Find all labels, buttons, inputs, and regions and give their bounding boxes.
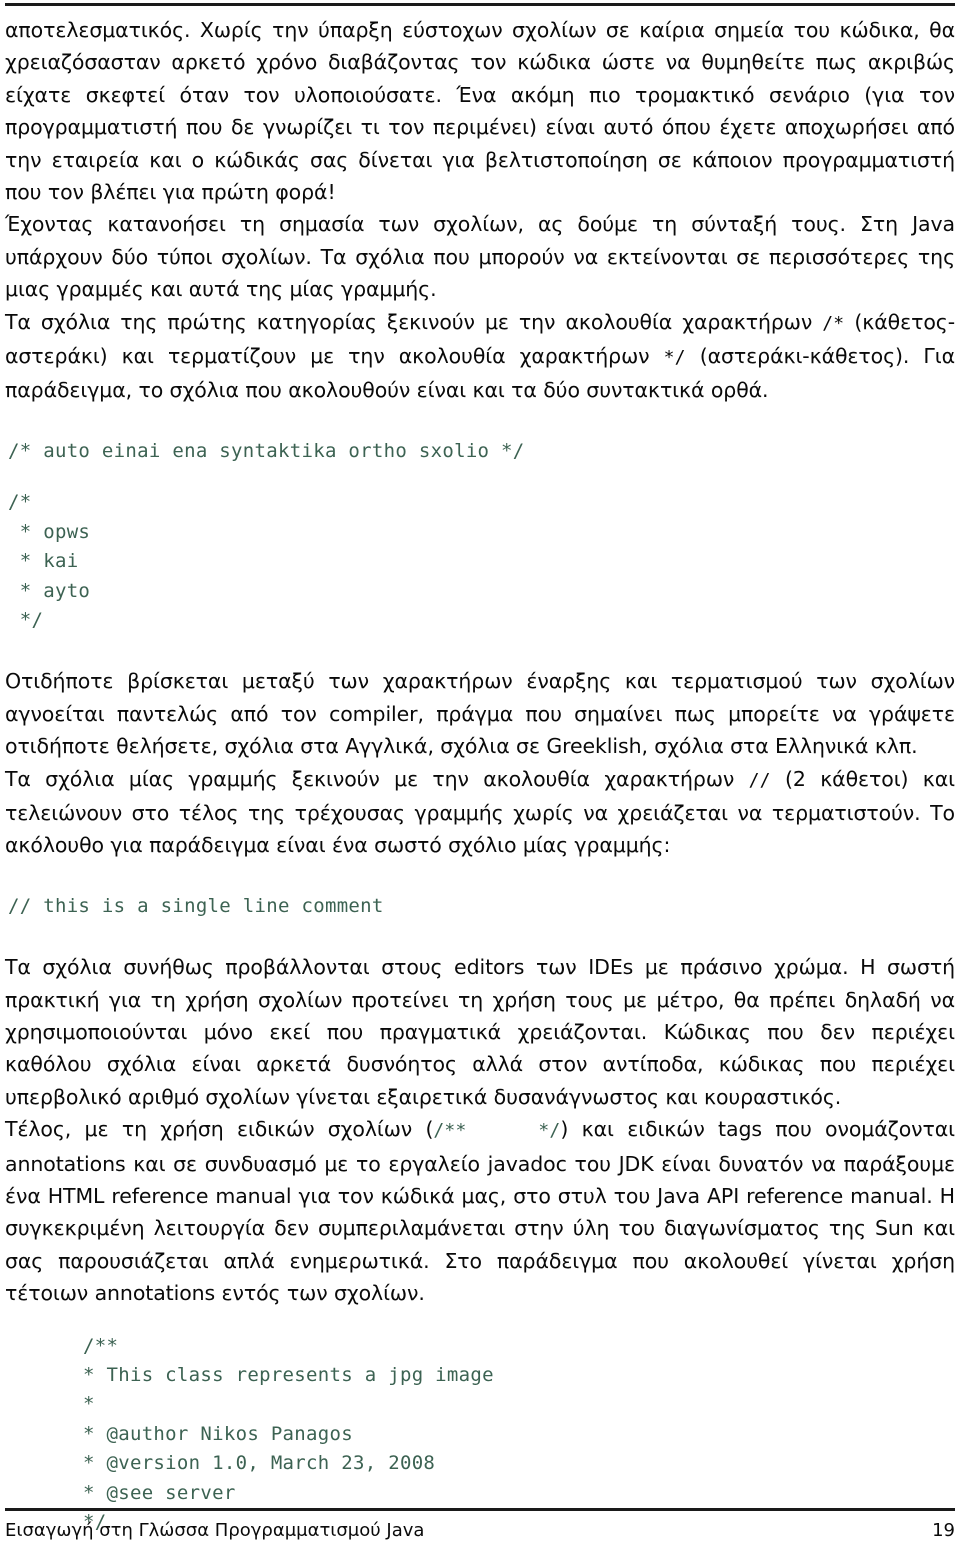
paragraph-javadoc-annotations: Τέλος, με τη χρήση ειδικών σχολίων (/** … [5,1113,955,1309]
spacer-after-code-3 [5,921,955,951]
intro-text-block: αποτελεσματικός. Χωρίς την ύπαρξη εύστοχ… [5,14,955,407]
inline-code-double-slash: // [748,769,771,791]
paragraph-importance-of-comments: αποτελεσματικός. Χωρίς την ύπαρξη εύστοχ… [5,18,955,205]
spacer-before-code-4 [5,1310,955,1332]
spacer-before-code-3 [5,862,955,892]
code-block-single-line-comment: // this is a single line comment [8,894,384,917]
paragraph-comment-best-practices: Τα σχόλια συνήθως προβάλλονται στους edi… [5,955,955,1109]
footer-divider [5,1508,955,1511]
paragraph-javadoc-text-b: ) και ειδικών tags που ονομάζονται annot… [5,1117,955,1306]
spacer-between-code-1-and-2 [5,466,955,488]
code-block-javadoc-example: /** * This class represents a jpg image … [83,1334,494,1534]
page-footer: Εισαγωγή στη Γλώσσα Προγραμματισμού Java… [5,1508,955,1554]
inline-code-javadoc-delimiters: /** */ [433,1120,561,1142]
inline-code-star-slash: */ [663,347,686,369]
paragraph-javadoc-text-a: Τέλος, με τη χρήση ειδικών σχολίων ( [5,1117,434,1142]
paragraph-compiler-ignores-comments: Οτιδήποτε βρίσκεται μεταξύ των χαρακτήρω… [5,669,955,759]
code-block-single-line-multiline-comment: /* auto einai ena syntaktika ortho sxoli… [8,439,525,462]
code-block-multiline-comment: /* * opws * kai * ayto */ [8,491,91,631]
compiler-ignores-text-block: Οτιδήποτε βρίσκεται μεταξύ των χαρακτήρω… [5,665,955,861]
footer-book-title: Εισαγωγή στη Γλώσσα Προγραμματισμού Java [5,1520,425,1541]
paragraph-comment-types: Έχοντας κατανοήσει τη σημασία των σχολίω… [5,212,955,302]
paragraph-singleline-text-a: Τα σχόλια μίας γραμμής ξεκινούν με την α… [5,766,749,791]
paragraph-multiline-text-a: Τα σχόλια της πρώτης κατηγορίας ξεκινούν… [5,309,823,334]
paragraph-multiline-comment-syntax: Τα σχόλια της πρώτης κατηγορίας ξεκινούν… [5,306,955,407]
header-divider [5,3,955,6]
paragraph-singleline-comment-syntax: Τα σχόλια μίας γραμμής ξεκινούν με την α… [5,763,955,862]
footer-page-number: 19 [932,1520,955,1541]
spacer-after-code-2 [5,635,955,665]
best-practices-text-block: Τα σχόλια συνήθως προβάλλονται στους edi… [5,951,955,1309]
inline-code-slash-star: /* [822,312,845,334]
page-content: αποτελεσματικός. Χωρίς την ύπαρξη εύστοχ… [5,14,955,1537]
footer-content: Εισαγωγή στη Γλώσσα Προγραμματισμού Java… [5,1518,955,1544]
spacer-before-code-1 [5,407,955,437]
document-page: αποτελεσματικός. Χωρίς την ύπαρξη εύστοχ… [0,0,960,1562]
